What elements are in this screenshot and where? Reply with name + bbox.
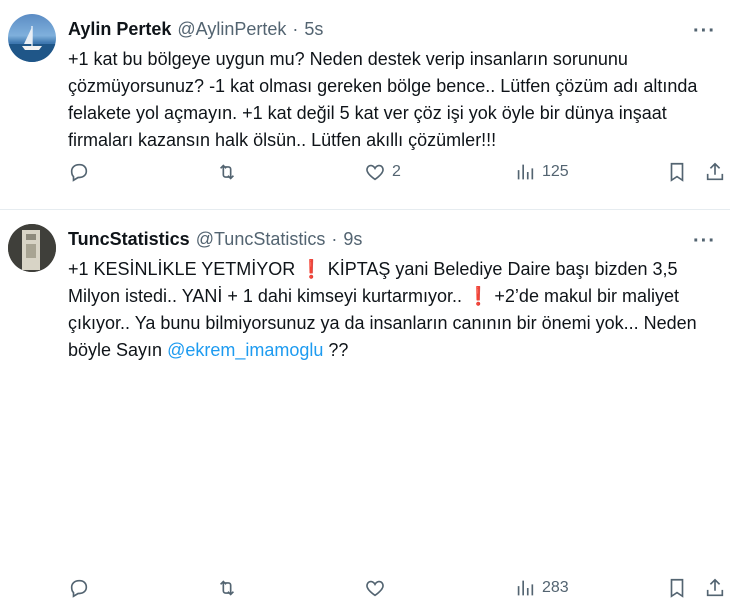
tweet-header: Aylin Pertek @AylinPertek · 5s — [68, 18, 716, 40]
mention-link[interactable]: @ekrem_imamoglu — [167, 340, 323, 360]
tweet[interactable]: Aylin Pertek @AylinPertek · 5s ··· +1 ka… — [0, 0, 730, 210]
more-icon[interactable]: ··· — [693, 230, 716, 253]
bookmark-icon — [670, 578, 684, 598]
tweet[interactable]: TuncStatistics @TuncStatistics · 9s ··· … — [0, 210, 730, 598]
share-icon — [706, 162, 724, 181]
bookmark-button[interactable] — [666, 577, 688, 599]
more-icon[interactable]: ··· — [693, 20, 716, 43]
avatar[interactable] — [8, 14, 56, 62]
user-handle[interactable]: @TuncStatistics — [196, 228, 326, 250]
bookmark-icon — [670, 162, 684, 182]
exclamation-icon: ❗ — [466, 286, 490, 306]
display-name[interactable]: Aylin Pertek — [68, 18, 171, 40]
tweet-text-content: +1 kat bu bölgeye uygun mu? Neden destek… — [68, 49, 698, 150]
share-button[interactable] — [704, 577, 726, 599]
bookmark-button[interactable] — [666, 161, 688, 183]
exclamation-icon: ❗ — [300, 259, 323, 279]
retweet-button[interactable] — [216, 161, 244, 183]
display-name[interactable]: TuncStatistics — [68, 228, 190, 250]
like-button[interactable]: 2 — [364, 161, 401, 183]
separator-dot: · — [331, 229, 338, 249]
share-icon — [706, 578, 724, 597]
avatar-image — [8, 26, 56, 62]
view-count: 283 — [542, 579, 569, 596]
views-button[interactable]: 125 — [514, 161, 569, 183]
like-count: 2 — [392, 163, 401, 180]
tweet-header: TuncStatistics @TuncStatistics · 9s — [68, 228, 716, 250]
text-segment: +1 KESİNLİKLE YETMİYOR — [68, 259, 301, 279]
tweet-text: +1 KESİNLİKLE YETMİYOR ❗ KİPTAŞ yani Bel… — [68, 256, 708, 364]
user-handle[interactable]: @AylinPertek — [177, 18, 286, 40]
timestamp[interactable]: 5s — [304, 18, 323, 40]
text-segment: ?? — [323, 340, 349, 360]
reply-icon — [70, 163, 88, 182]
views-icon — [517, 580, 534, 596]
views-button[interactable]: 283 — [514, 577, 569, 599]
separator-dot: · — [292, 19, 299, 39]
avatar[interactable] — [8, 224, 56, 272]
like-button[interactable] — [364, 577, 392, 599]
reply-button[interactable] — [68, 577, 96, 599]
heart-icon — [366, 580, 384, 597]
retweet-icon — [219, 164, 235, 180]
share-button[interactable] — [704, 161, 726, 183]
reply-icon — [70, 579, 88, 598]
timestamp[interactable]: 9s — [343, 228, 362, 250]
views-icon — [517, 164, 534, 180]
retweet-icon — [219, 580, 235, 596]
view-count: 125 — [542, 163, 569, 180]
avatar-image — [8, 224, 56, 272]
tweet-text-content: +1 KESİNLİKLE YETMİYOR ❗ KİPTAŞ yani Bel… — [68, 256, 708, 364]
heart-icon — [366, 164, 384, 181]
retweet-button[interactable] — [216, 577, 244, 599]
tweet-text: +1 kat bu bölgeye uygun mu? Neden destek… — [68, 46, 708, 154]
reply-button[interactable] — [68, 161, 96, 183]
